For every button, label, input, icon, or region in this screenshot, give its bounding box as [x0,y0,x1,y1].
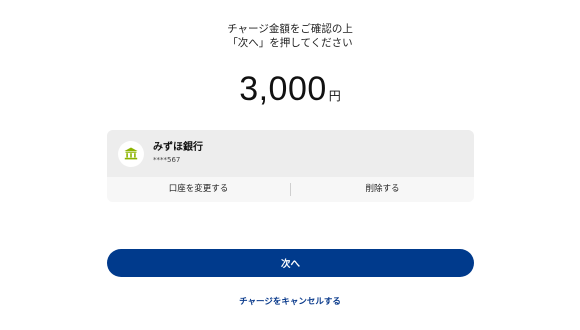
next-button[interactable]: 次へ [107,249,474,277]
bank-account-number: ****567 [153,156,181,164]
instruction-line-1: チャージ金額をご確認の上 [227,23,353,35]
delete-account-button[interactable]: 削除する [291,177,474,202]
amount-value: 3,000 [239,70,327,108]
cancel-charge-link[interactable]: チャージをキャンセルする [0,295,580,307]
bank-building-icon [118,140,144,167]
amount-unit: 円 [328,89,341,103]
bank-info: みずほ銀行 ****567 [107,130,474,177]
bank-account-card: みずほ銀行 ****567 口座を変更する 削除する [107,130,474,202]
instruction-line-2: 「次へ」を押してください [227,37,353,49]
instruction-text: チャージ金額をご確認の上 「次へ」を押してください [0,22,580,50]
change-account-button[interactable]: 口座を変更する [107,177,290,202]
bank-name: みずほ銀行 [153,142,203,153]
charge-amount: 3,000 円 [0,70,580,109]
bank-actions: 口座を変更する 削除する [107,177,474,202]
